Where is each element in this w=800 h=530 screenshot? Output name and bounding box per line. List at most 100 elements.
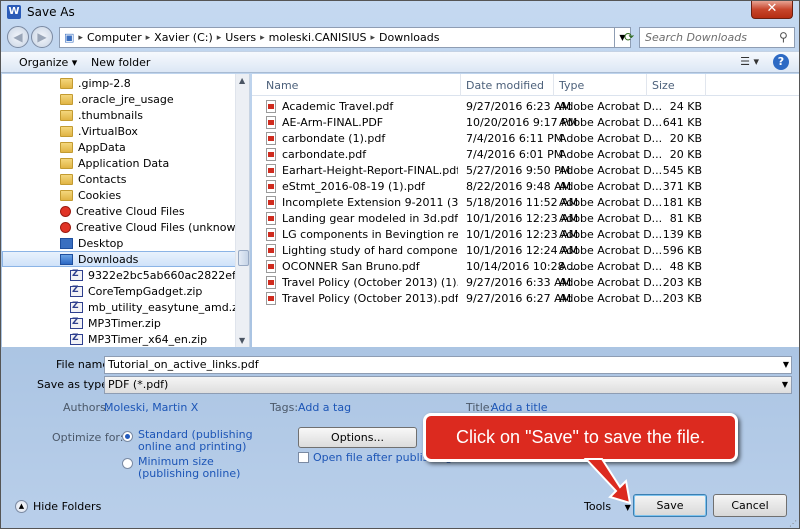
nav-item[interactable]: .oracle_jre_usage <box>2 91 236 107</box>
file-row[interactable]: Lighting study of hard components and t.… <box>252 243 799 259</box>
nav-item[interactable]: MP3Timer.zip <box>2 315 236 331</box>
scroll-down-icon[interactable]: ▼ <box>239 336 245 345</box>
nav-item[interactable]: CoreTempGadget.zip <box>2 283 236 299</box>
column-type[interactable]: Type <box>559 79 584 92</box>
organize-button[interactable]: Organize ▾ <box>19 56 77 69</box>
nav-item[interactable]: mb_utility_easytune_amd.zip <box>2 299 248 315</box>
creative-cloud-icon <box>60 221 71 233</box>
pdf-icon <box>266 292 276 305</box>
optimize-minimum-label-2[interactable]: (publishing online) <box>138 467 240 480</box>
pdf-icon <box>266 116 276 129</box>
nav-item[interactable]: Creative Cloud Files (unknown) <box>2 219 247 235</box>
hide-folders-button[interactable]: ▲ Hide Folders <box>15 500 101 513</box>
column-date[interactable]: Date modified <box>466 79 544 92</box>
tags-field[interactable]: Add a tag <box>298 401 351 414</box>
authors-value[interactable]: Moleski, Martin X <box>104 401 198 414</box>
address-bar[interactable]: ▣ ▸ Computer ▸ Xavier (C:) ▸ Users ▸ mol… <box>59 27 615 48</box>
pdf-icon <box>266 228 276 241</box>
save-as-dialog: W Save As ✕ ◀ ▶ ▣ ▸ Computer ▸ Xavier (C… <box>0 0 800 529</box>
breadcrumb-drive[interactable]: Xavier (C:) <box>154 31 213 44</box>
folder-icon <box>60 157 73 169</box>
file-row[interactable]: Academic Travel.pdf 9/27/2016 6:23 AM Adob… <box>252 99 799 115</box>
save-options-panel: File name: Tutorial_on_active_links.pdf ▼… <box>1 347 799 530</box>
folder-icon <box>60 77 73 89</box>
cancel-button[interactable]: Cancel <box>713 494 787 517</box>
resize-grip-icon[interactable]: ⋰ <box>789 519 797 528</box>
folder-icon <box>60 189 73 201</box>
optimize-standard-radio[interactable] <box>122 431 133 442</box>
optimize-minimum-radio[interactable] <box>122 458 133 469</box>
chevron-up-icon: ▲ <box>15 500 28 513</box>
computer-icon: ▣ <box>64 31 75 44</box>
folder-icon <box>60 93 73 105</box>
folder-icon <box>60 141 73 153</box>
nav-item-downloads[interactable]: Downloads <box>2 251 236 267</box>
title-bar: W Save As ✕ <box>1 1 799 23</box>
file-row[interactable]: Travel Policy (October 2013) (1).pdf9/27… <box>252 275 799 291</box>
file-row[interactable]: Landing gear modeled in 3d.pdf 10/1/2016 … <box>252 211 799 227</box>
file-name-input[interactable]: Tutorial_on_active_links.pdf ▼ <box>104 356 792 374</box>
nav-item[interactable]: .VirtualBox <box>2 123 236 139</box>
nav-item[interactable]: Contacts <box>2 171 236 187</box>
close-button[interactable]: ✕ <box>751 1 793 19</box>
file-row[interactable]: carbondate.pdf 7/4/2016 6:01 PM Adobe Acro… <box>252 147 799 163</box>
folder-icon <box>60 173 73 185</box>
pdf-icon <box>266 148 276 161</box>
breadcrumb-users[interactable]: Users <box>225 31 256 44</box>
file-row[interactable]: carbondate (1).pdf 7/4/2016 6:11 PM Adobe … <box>252 131 799 147</box>
help-button[interactable]: ? <box>773 54 789 70</box>
breadcrumb-downloads[interactable]: Downloads <box>379 31 439 44</box>
options-button[interactable]: Options... <box>298 427 417 448</box>
back-button[interactable]: ◀ <box>7 26 29 48</box>
zip-icon <box>70 269 83 281</box>
pdf-icon <box>266 260 276 273</box>
tools-menu[interactable]: Tools ▼ <box>584 500 631 513</box>
address-row: ◀ ▶ ▣ ▸ Computer ▸ Xavier (C:) ▸ Users ▸… <box>1 23 799 51</box>
nav-item[interactable]: Desktop <box>2 235 236 251</box>
open-after-checkbox[interactable] <box>298 452 309 463</box>
nav-item[interactable]: Cookies <box>2 187 236 203</box>
nav-scrollbar[interactable]: ▲ ▼ <box>235 74 249 347</box>
file-row[interactable]: AE-Arm-FINAL.PDF 10/20/2016 9:17 PM Adobe … <box>252 115 799 131</box>
breadcrumb-user[interactable]: moleski.CANISIUS <box>269 31 367 44</box>
new-folder-button[interactable]: New folder <box>91 56 150 69</box>
nav-item[interactable]: Creative Cloud Files <box>2 203 236 219</box>
nav-item[interactable]: 9322e2bc5ab660ac2822ef0ae05dae02... <box>2 267 249 283</box>
navigation-pane: .gimp-2.8 .oracle_jre_usage .thumbnails … <box>2 74 250 347</box>
column-size[interactable]: Size <box>652 79 675 92</box>
nav-item[interactable]: MP3Timer_x64_en.zip <box>2 331 236 347</box>
scroll-thumb[interactable] <box>238 250 249 266</box>
chevron-down-icon[interactable]: ▼ <box>782 377 788 393</box>
file-row[interactable]: Incomplete Extension 9-2011 (3).pdf5/18/… <box>252 195 799 211</box>
zip-icon <box>70 301 83 313</box>
pdf-icon <box>266 196 276 209</box>
search-input[interactable]: Search Downloads <box>639 27 795 48</box>
file-row[interactable]: LG components in Bevingtion relation-8-.… <box>252 227 799 243</box>
command-toolbar: Organize ▾ New folder ☰ ▾ ? <box>1 51 799 73</box>
optimize-standard-label-2[interactable]: online and printing) <box>138 440 246 453</box>
zip-icon <box>70 333 83 345</box>
save-type-select[interactable]: PDF (*.pdf) ▼ <box>104 376 792 394</box>
optimize-label: Optimize for: <box>52 431 124 444</box>
forward-button[interactable]: ▶ <box>31 26 53 48</box>
zip-icon <box>70 285 83 297</box>
nav-item[interactable]: AppData <box>2 139 236 155</box>
file-row[interactable]: Travel Policy (October 2013).pdf 9/27/201… <box>252 291 799 307</box>
breadcrumb-computer[interactable]: Computer <box>87 31 142 44</box>
file-row[interactable]: eStmt_2016-08-19 (1).pdf 8/22/2016 9:48 A… <box>252 179 799 195</box>
column-name[interactable]: Name <box>266 79 298 92</box>
pdf-icon <box>266 132 276 145</box>
file-row[interactable]: Earhart-Height-Report-FINAL.pdf 5/27/2016… <box>252 163 799 179</box>
file-row[interactable]: OCONNER San Bruno.pdf 10/14/2016 10:28 ..… <box>252 259 799 275</box>
nav-item[interactable]: .gimp-2.8 <box>2 75 236 91</box>
column-header: Name Date modified Type Size <box>252 74 799 96</box>
nav-item[interactable]: .thumbnails <box>2 107 236 123</box>
refresh-icon[interactable]: ⟳ <box>621 27 637 48</box>
save-button[interactable]: Save <box>633 494 707 517</box>
scroll-up-icon[interactable]: ▲ <box>239 76 245 85</box>
pdf-icon <box>266 212 276 225</box>
views-icon[interactable]: ☰ ▾ <box>740 55 759 68</box>
nav-item[interactable]: Application Data <box>2 155 236 171</box>
chevron-down-icon[interactable]: ▼ <box>783 357 789 373</box>
pdf-icon <box>266 180 276 193</box>
